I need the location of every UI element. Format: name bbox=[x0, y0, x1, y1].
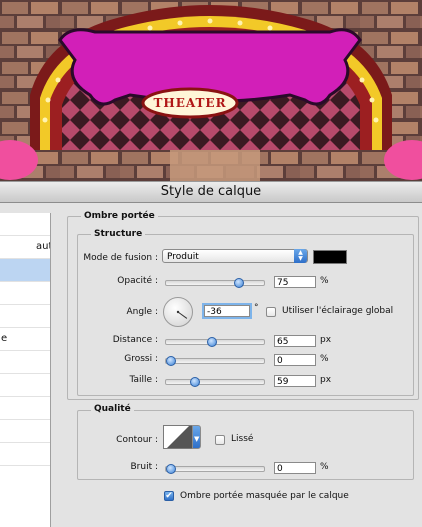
style-list-item[interactable] bbox=[0, 443, 50, 466]
opacity-unit: % bbox=[320, 276, 329, 286]
spread-unit: % bbox=[320, 354, 329, 364]
noise-slider[interactable] bbox=[165, 464, 265, 474]
distance-slider[interactable] bbox=[165, 337, 265, 347]
style-list-item[interactable] bbox=[0, 374, 50, 397]
style-list-item[interactable] bbox=[0, 397, 50, 420]
distance-unit: px bbox=[320, 335, 332, 345]
theater-artwork: THEATER bbox=[0, 0, 422, 181]
dialog-title: Style de calque bbox=[0, 181, 422, 203]
chevron-down-icon: ▼ bbox=[194, 435, 200, 443]
styles-list: aut e bbox=[0, 213, 51, 527]
blend-mode-label: Mode de fusion : bbox=[83, 253, 158, 263]
size-label: Taille : bbox=[129, 375, 158, 385]
layer-style-panel: aut e Ombre portée Structure Mode de fusi… bbox=[0, 203, 422, 527]
contour-label: Contour : bbox=[116, 435, 158, 445]
spread-slider[interactable] bbox=[165, 356, 265, 366]
angle-label: Angle : bbox=[126, 307, 158, 317]
global-light-label: Utiliser l'éclairage global bbox=[282, 306, 394, 316]
noise-label: Bruit : bbox=[130, 462, 158, 472]
opacity-input[interactable]: 75 bbox=[274, 276, 316, 288]
style-list-item[interactable] bbox=[0, 213, 50, 236]
checkmark-icon: ✔ bbox=[165, 491, 173, 501]
style-list-item[interactable] bbox=[0, 351, 50, 374]
opacity-slider[interactable] bbox=[165, 278, 265, 288]
knockout-label: Ombre portée masquée par le calque bbox=[180, 491, 349, 501]
shadow-color-swatch[interactable] bbox=[313, 250, 347, 264]
size-unit: px bbox=[320, 375, 332, 385]
noise-unit: % bbox=[320, 462, 329, 472]
size-slider[interactable] bbox=[165, 377, 265, 387]
style-list-item[interactable]: e bbox=[0, 328, 50, 351]
style-list-item-label: e bbox=[1, 333, 8, 344]
angle-dial-needle bbox=[176, 310, 188, 319]
opacity-slider-thumb[interactable] bbox=[234, 278, 244, 288]
select-arrows-icon: ▲ ▼ bbox=[294, 249, 307, 263]
style-list-item[interactable] bbox=[0, 259, 50, 282]
style-list-item-label: aut bbox=[36, 241, 50, 252]
angle-unit: ° bbox=[254, 303, 259, 313]
angle-dial[interactable] bbox=[163, 297, 193, 327]
spread-label: Grossi : bbox=[124, 354, 158, 364]
noise-slider-thumb[interactable] bbox=[166, 464, 176, 474]
spread-input[interactable]: 0 bbox=[274, 354, 316, 366]
angle-input[interactable]: -36 bbox=[204, 305, 250, 317]
distance-slider-thumb[interactable] bbox=[207, 337, 217, 347]
contour-preview[interactable] bbox=[163, 425, 193, 449]
quality-title: Qualité bbox=[91, 404, 134, 414]
knockout-checkbox[interactable]: ✔ bbox=[164, 491, 174, 501]
style-list-item[interactable]: aut bbox=[0, 236, 50, 259]
contour-dropdown[interactable]: ▼ bbox=[192, 425, 201, 449]
blend-mode-select[interactable]: Produit ▲ ▼ bbox=[162, 249, 308, 263]
global-light-checkbox[interactable] bbox=[266, 307, 276, 317]
opacity-label: Opacité : bbox=[117, 276, 158, 286]
distance-label: Distance : bbox=[112, 335, 158, 345]
smooth-checkbox[interactable] bbox=[215, 435, 225, 445]
size-slider-thumb[interactable] bbox=[190, 377, 200, 387]
distance-input[interactable]: 65 bbox=[274, 335, 316, 347]
noise-input[interactable]: 0 bbox=[274, 462, 316, 474]
theater-sign-text: THEATER bbox=[153, 96, 227, 110]
style-list-item[interactable] bbox=[0, 282, 50, 305]
blend-mode-value: Produit bbox=[167, 252, 199, 262]
smooth-label: Lissé bbox=[231, 434, 254, 444]
style-list-item[interactable] bbox=[0, 420, 50, 443]
drop-shadow-title: Ombre portée bbox=[81, 211, 158, 221]
size-input[interactable]: 59 bbox=[274, 375, 316, 387]
structure-title: Structure bbox=[91, 229, 146, 239]
style-list-item[interactable] bbox=[0, 305, 50, 328]
spread-slider-thumb[interactable] bbox=[166, 356, 176, 366]
